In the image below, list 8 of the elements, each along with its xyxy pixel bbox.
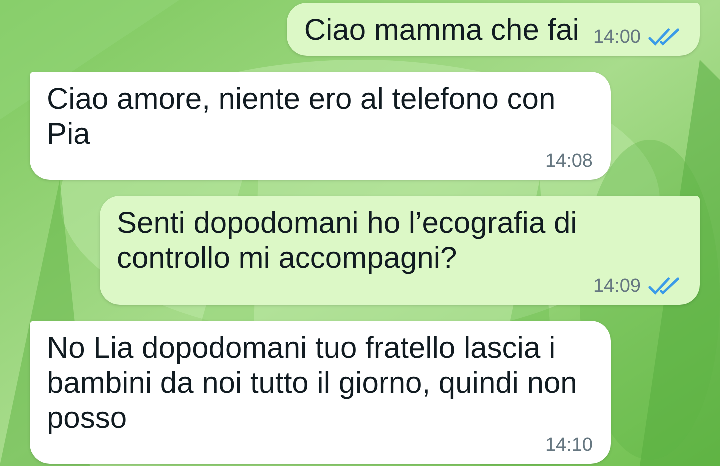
- message-text: No Lia dopodomani tuo fratello lascia i bambini da noi tutto il giorno, quindi non posso: [47, 331, 578, 436]
- message-time: 14:08: [545, 152, 593, 172]
- message-text: Ciao amore, niente ero al telefono con Pia: [47, 82, 557, 152]
- message-time: 14:10: [545, 436, 593, 456]
- message-time: 14:09: [593, 276, 641, 296]
- message-text: Senti dopodomani ho l’ecografia di controllo mi accompagni?: [117, 206, 578, 276]
- message-time: 14:00: [593, 28, 641, 48]
- message-text: Ciao mamma che fai: [304, 13, 580, 48]
